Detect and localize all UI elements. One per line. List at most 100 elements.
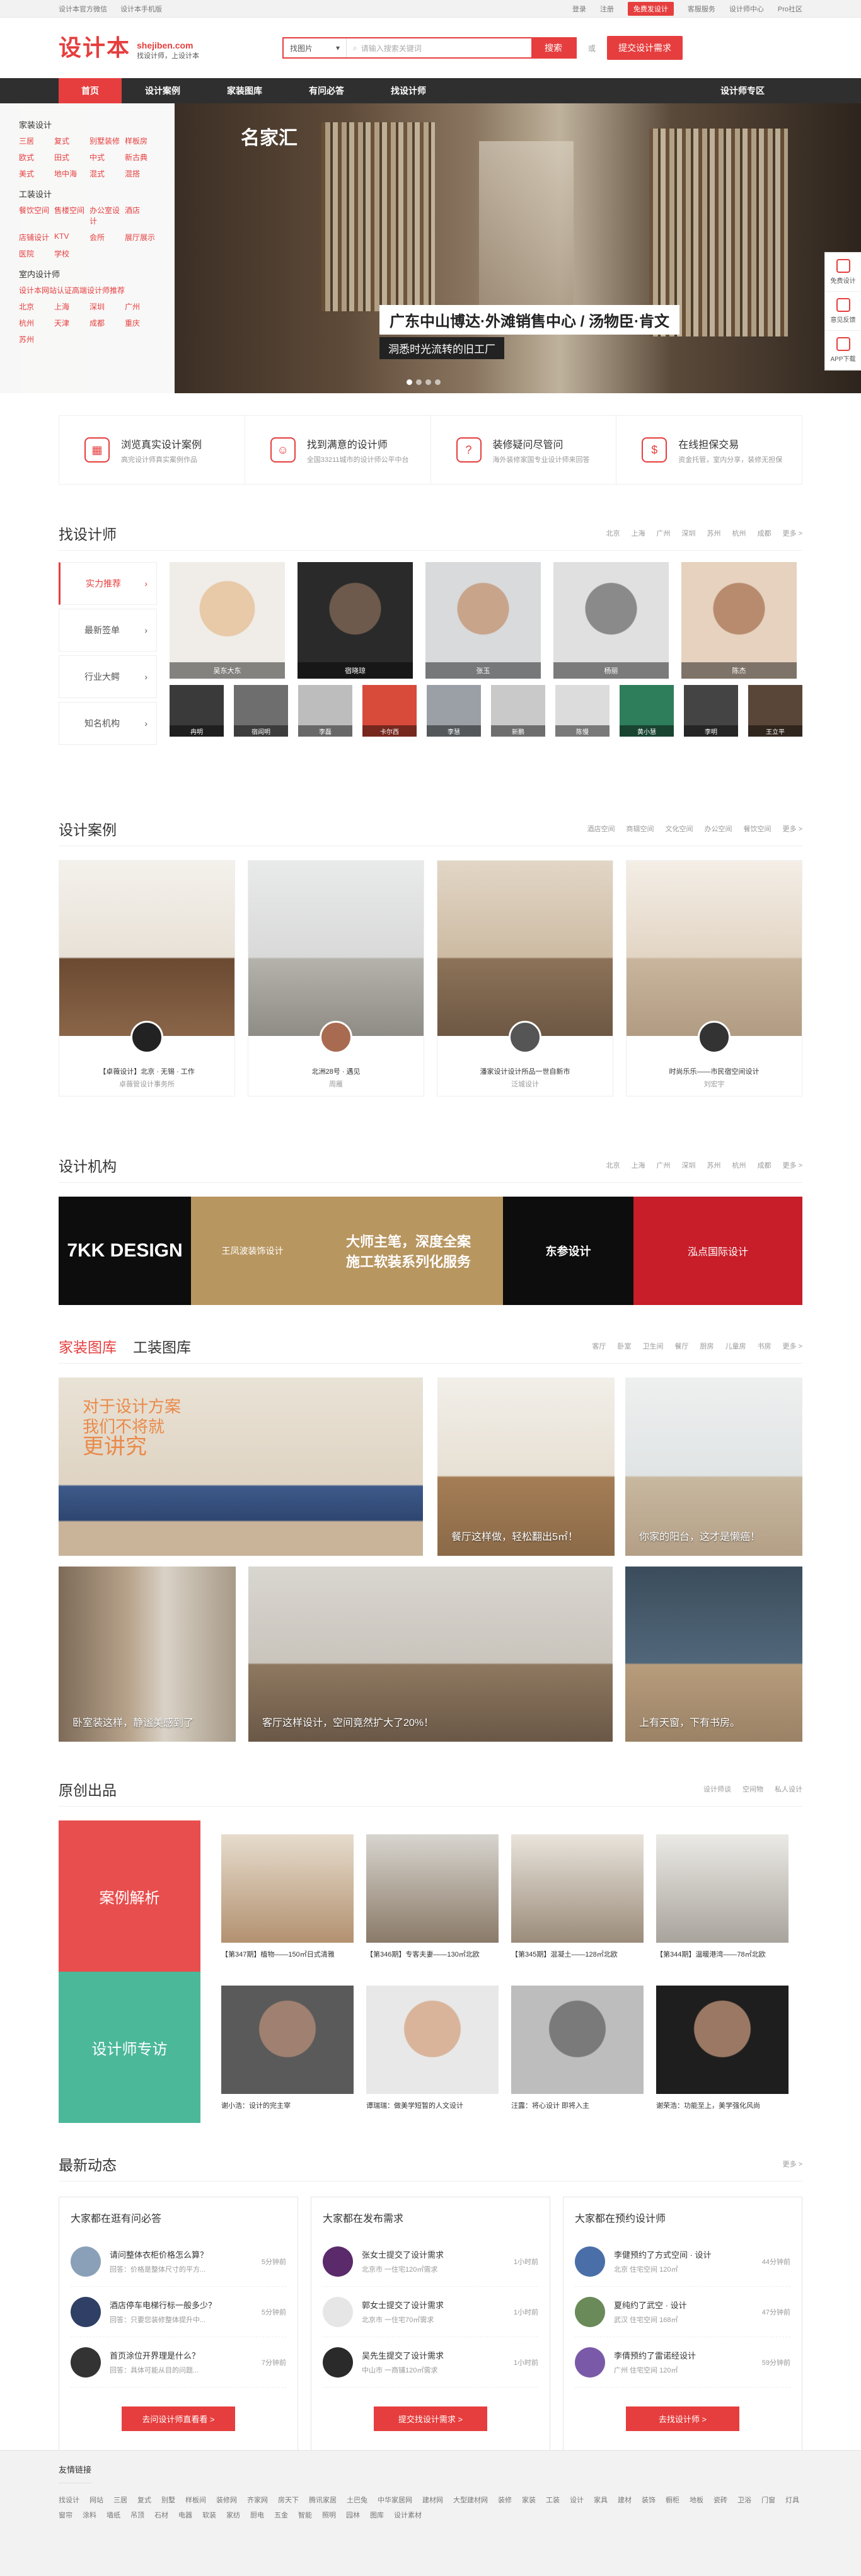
room-link[interactable]: 厨房 (700, 1341, 714, 1351)
friend-link[interactable]: 设计 (570, 2495, 584, 2505)
friend-link[interactable]: 别墅 (161, 2495, 175, 2505)
carousel-dot[interactable] (435, 379, 441, 385)
news-item[interactable]: 李健预约了方式空间 · 设计 北京 住宅空间 120㎡ 44分钟前 (575, 2236, 790, 2287)
nav-gallery[interactable]: 家装图库 (204, 78, 286, 103)
case-card[interactable]: 时尚乐乐——市民宿空间设计 刘宏宇 (626, 860, 802, 1096)
city-link[interactable]: 深圳 (682, 528, 696, 538)
menu-link[interactable]: 广州 (125, 301, 160, 312)
menu-link[interactable]: 餐饮空间 (19, 205, 54, 226)
org-banner[interactable]: 大师主笔，深度全案 施工软装系列化服务 (314, 1197, 503, 1305)
menu-link[interactable]: 欧式 (19, 152, 54, 163)
city-link[interactable]: 成都 (758, 528, 771, 538)
news-item[interactable]: 首页涂位开界理是什么？ 回答：具体可能从目的问题... 7分钟前 (71, 2337, 286, 2388)
more-link[interactable]: 更多 > (783, 528, 802, 538)
service-find-designer[interactable]: ☺ 找到满意的设计师 全国33211城市的设计师公平中台 (245, 416, 431, 484)
news-item[interactable]: 吴先生提交了设计需求 中山市 一商铺120㎡需求 1小时前 (323, 2337, 538, 2388)
friend-link[interactable]: 工装 (546, 2495, 560, 2505)
menu-link[interactable]: 上海 (54, 301, 90, 312)
nav-designer-zone[interactable]: 设计师专区 (702, 78, 783, 103)
original-case-card[interactable]: 【第345期】混凝土——128㎡北欧 (511, 1834, 644, 1972)
submit-demand-button[interactable]: 提交找设计需求 > (374, 2406, 487, 2431)
designer-thumb[interactable]: 陈慢 (555, 685, 610, 737)
menu-link[interactable]: 美式 (19, 168, 54, 179)
city-link[interactable]: 深圳 (682, 1160, 696, 1170)
tab-home-gallery[interactable]: 家装图库 (59, 1335, 117, 1357)
menu-link[interactable]: 混搭 (125, 168, 160, 179)
menu-link[interactable]: 会所 (90, 232, 125, 243)
menu-link[interactable]: 天津 (54, 318, 90, 328)
friend-link[interactable]: 家纺 (226, 2510, 240, 2520)
menu-link[interactable]: 苏州 (19, 334, 54, 345)
city-link[interactable]: 广州 (657, 528, 671, 538)
room-link[interactable]: 书房 (758, 1341, 771, 1351)
room-link[interactable]: 卫生间 (643, 1341, 664, 1351)
free-design-float[interactable]: 免费设计 (825, 253, 861, 292)
menu-link[interactable]: 复式 (54, 135, 90, 146)
more-link[interactable]: 更多 > (783, 2159, 802, 2169)
menu-link[interactable]: 三居 (19, 135, 54, 146)
news-item[interactable]: 夏纯约了武空 · 设计 武汉 住宅空间 168㎡ 47分钟前 (575, 2287, 790, 2337)
designer-thumb[interactable]: 宿阎明 (234, 685, 288, 737)
news-item[interactable]: 张女士提交了设计需求 北京市 一住宅120㎡需求 1小时前 (323, 2236, 538, 2287)
friend-link[interactable]: 房天下 (278, 2495, 299, 2505)
friend-link[interactable]: 地板 (690, 2495, 703, 2505)
category-link[interactable]: 文化空间 (666, 824, 693, 834)
register-link[interactable]: 注册 (600, 4, 614, 14)
menu-link[interactable]: KTV (54, 232, 90, 243)
tab-industry[interactable]: 行业大鳄 › (59, 655, 157, 698)
menu-link[interactable]: 店铺设计 (19, 232, 54, 243)
gallery-image[interactable]: 卧室装这样，静谧美感到了 (59, 1567, 236, 1742)
friend-link[interactable]: 吊顶 (130, 2510, 144, 2520)
designer-thumb[interactable]: 新鹏 (491, 685, 545, 737)
designer-thumb[interactable]: 李慧 (427, 685, 481, 737)
room-link[interactable]: 客厅 (592, 1341, 606, 1351)
service-link[interactable]: 客服服务 (688, 4, 715, 14)
room-link[interactable]: 儿童房 (725, 1341, 746, 1351)
city-link[interactable]: 杭州 (732, 1160, 746, 1170)
menu-link[interactable]: 中式 (90, 152, 125, 163)
case-card[interactable]: 【卓薇设计】北京 · 无锡 · 工作 卓薇管设计事务所 (59, 860, 235, 1096)
ask-designer-button[interactable]: 去问设计师直看看 > (122, 2406, 235, 2431)
menu-link[interactable]: 办公室设计 (90, 205, 125, 226)
menu-link[interactable]: 地中海 (54, 168, 90, 179)
news-item[interactable]: 请问整体衣柜价格怎么算？ 回答：价格是整体尺寸的平方... 5分钟前 (71, 2236, 286, 2287)
nav-home[interactable]: 首页 (59, 78, 122, 103)
menu-link[interactable]: 设计本网站认证高端设计师推荐 (19, 285, 175, 296)
friend-link[interactable]: 厨电 (250, 2510, 264, 2520)
designer-card[interactable]: 张玉 (425, 562, 541, 679)
original-case-card[interactable]: 【第347期】植物——150㎡日式清雅 (221, 1834, 354, 1972)
city-link[interactable]: 广州 (657, 1160, 671, 1170)
city-link[interactable]: 苏州 (707, 1160, 721, 1170)
friend-link[interactable]: 墙纸 (107, 2510, 120, 2520)
friend-link[interactable]: 建材网 (422, 2495, 443, 2505)
case-card[interactable]: 潘家设计设计所品一世自新市 泛城设计 (437, 860, 613, 1096)
friend-link[interactable]: 家具 (594, 2495, 608, 2505)
search-type-select[interactable]: 找图片 ▾ (284, 38, 347, 57)
gallery-image[interactable]: 对于设计方案 我们不将就 更讲究 (59, 1377, 423, 1556)
friend-link[interactable]: 瓷砖 (714, 2495, 727, 2505)
category-link[interactable]: 办公空间 (705, 824, 732, 834)
friend-link[interactable]: 电器 (178, 2510, 192, 2520)
menu-link[interactable]: 酒店 (125, 205, 160, 226)
category-link[interactable]: 设计师谈 (703, 1784, 731, 1794)
site-logo[interactable]: 设计本 shejiben.com 找设计师，上设计本 (59, 35, 282, 60)
more-link[interactable]: 更多 > (783, 1160, 802, 1170)
menu-link[interactable]: 田式 (54, 152, 90, 163)
menu-link[interactable]: 重庆 (125, 318, 160, 328)
tab-latest[interactable]: 最新签单 › (59, 609, 157, 652)
friend-link[interactable]: 智能 (298, 2510, 312, 2520)
menu-link[interactable]: 别墅装修 (90, 135, 125, 146)
tab-orgs[interactable]: 知名机构 › (59, 702, 157, 745)
friend-link[interactable]: 齐家网 (247, 2495, 268, 2505)
designer-thumb[interactable]: 黄小慧 (620, 685, 674, 737)
tab-commercial-gallery[interactable]: 工装图库 (133, 1335, 191, 1357)
find-designer-button[interactable]: 去找设计师 > (626, 2406, 739, 2431)
gallery-image[interactable]: 上有天窗，下有书房。 (625, 1567, 802, 1742)
news-item[interactable]: 酒店停车电梯行标一般多少？ 回答：只要您装修整体提升中... 5分钟前 (71, 2287, 286, 2337)
city-link[interactable]: 北京 (606, 528, 620, 538)
friend-link[interactable]: 找设计 (59, 2495, 79, 2505)
carousel-dot[interactable] (407, 379, 412, 385)
category-link[interactable]: 酒店空间 (587, 824, 615, 834)
submit-demand-button[interactable]: 提交设计需求 (607, 36, 683, 60)
friend-link[interactable]: 网站 (90, 2495, 103, 2505)
